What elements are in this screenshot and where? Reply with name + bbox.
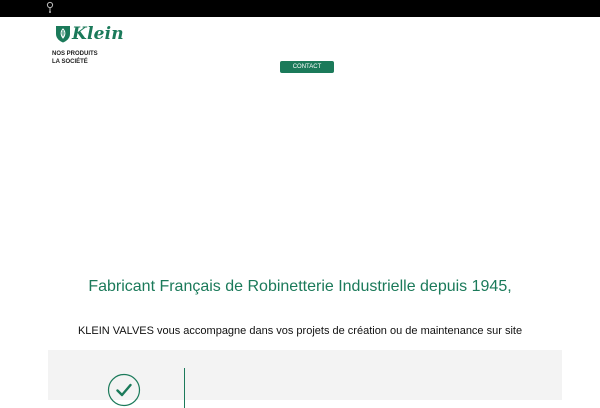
globe-pin-icon[interactable] [45,1,55,13]
contact-button[interactable]: CONTACT [280,61,334,73]
top-bar [0,0,600,17]
hero-subtitle: KLEIN VALVES vous accompagne dans vos pr… [77,325,523,337]
check-circle-icon [107,373,141,407]
hero-title: Fabricant Français de Robinetterie Indus… [88,278,512,295]
nav-item-products[interactable]: NOS PRODUITS [52,50,98,58]
nav-item-company[interactable]: LA SOCIÉTÉ [52,58,98,66]
site-logo[interactable]: Klein [55,24,124,44]
feature-panel [48,350,562,408]
logo-wordmark: Klein [72,24,124,44]
main-nav: NOS PRODUITS LA SOCIÉTÉ [52,50,98,66]
shield-leaf-icon [56,26,70,43]
feature-divider [184,368,185,408]
